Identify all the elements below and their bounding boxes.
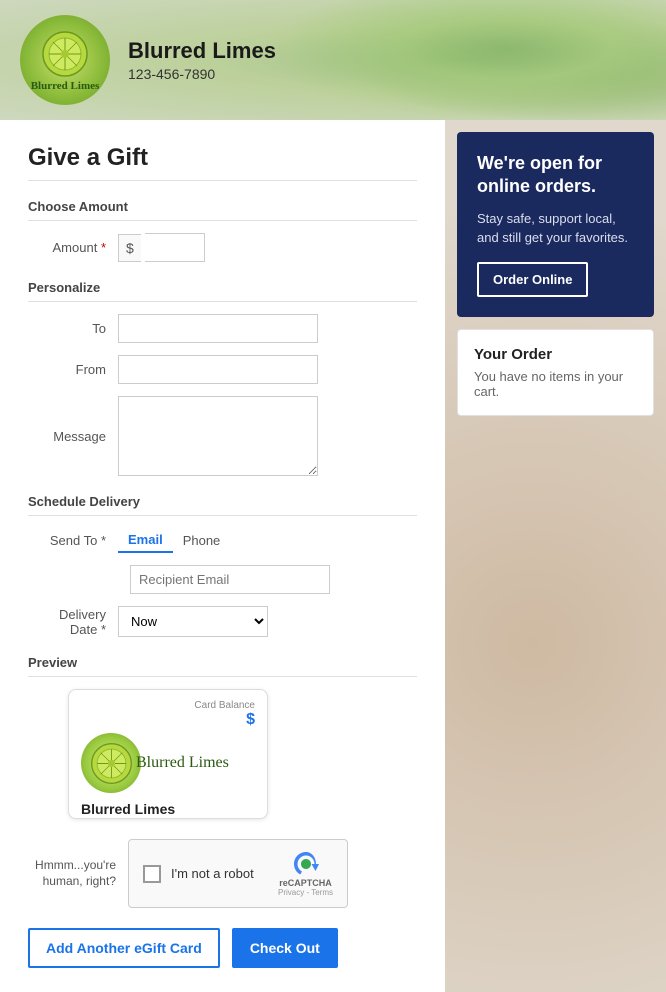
dollar-sign: $ xyxy=(118,234,141,262)
preview-label: Preview xyxy=(28,655,417,677)
recipient-email-row xyxy=(130,565,417,594)
captcha-text: I'm not a robot xyxy=(171,866,268,881)
card-bottom-name: Blurred Limes xyxy=(81,801,255,817)
online-order-subtitle: Stay safe, support local, and still get … xyxy=(477,209,634,248)
header-bg xyxy=(266,0,666,120)
send-to-row: Send To * Email Phone xyxy=(28,528,417,553)
header-phone: 123-456-7890 xyxy=(128,66,276,82)
recipient-email-input[interactable] xyxy=(130,565,330,594)
captcha-checkbox[interactable] xyxy=(143,865,161,883)
form-panel: Give a Gift Choose Amount Amount * $ xyxy=(0,120,445,992)
header: Blurred Limes Blurred Limes 123-456-7890 xyxy=(0,0,666,120)
delivery-date-select[interactable]: Now Schedule for Later xyxy=(118,606,268,637)
page-title: Give a Gift xyxy=(28,144,417,181)
preview-section: Preview Card Balance $ xyxy=(28,655,417,819)
captcha-logo: reCAPTCHA Privacy - Terms xyxy=(278,850,333,897)
schedule-delivery-section: Schedule Delivery Send To * Email Phone xyxy=(28,494,417,637)
your-order-empty: You have no items in your cart. xyxy=(474,369,637,399)
amount-input[interactable] xyxy=(145,233,205,262)
header-info: Blurred Limes 123-456-7890 xyxy=(128,38,276,82)
message-textarea[interactable] xyxy=(118,396,318,476)
email-tab[interactable]: Email xyxy=(118,528,173,553)
message-label: Message xyxy=(28,429,118,444)
choose-amount-section: Choose Amount Amount * $ xyxy=(28,199,417,262)
schedule-delivery-label: Schedule Delivery xyxy=(28,494,417,516)
logo-circle: Blurred Limes xyxy=(20,15,110,105)
page-wrapper: Give a Gift Choose Amount Amount * $ xyxy=(0,120,666,992)
gift-card-preview: Card Balance $ xyxy=(68,689,268,819)
send-to-tab-group: Email Phone xyxy=(118,528,230,553)
captcha-brand: reCAPTCHA xyxy=(279,878,332,888)
captcha-prompt-label: Hmmm...you're human, right? xyxy=(28,858,128,889)
card-name: Blurred Limes xyxy=(136,754,229,772)
personalize-section: Personalize To From Message xyxy=(28,280,417,476)
add-gift-card-button[interactable]: Add Another eGift Card xyxy=(28,928,220,968)
captcha-links[interactable]: Privacy - Terms xyxy=(278,888,333,897)
from-row: From xyxy=(28,355,417,384)
send-to-label: Send To * xyxy=(28,533,118,548)
right-panel: We're open for online orders. Stay safe,… xyxy=(445,120,666,992)
your-order-card: Your Order You have no items in your car… xyxy=(457,329,654,416)
checkout-button[interactable]: Check Out xyxy=(232,928,338,968)
card-balance-value: $ xyxy=(194,711,255,729)
order-online-button[interactable]: Order Online xyxy=(477,262,588,297)
choose-amount-label: Choose Amount xyxy=(28,199,417,221)
card-balance-label: Card Balance xyxy=(194,700,255,711)
captcha-row: Hmmm...you're human, right? I'm not a ro… xyxy=(28,839,417,908)
amount-label: Amount * xyxy=(28,240,118,255)
message-row: Message xyxy=(28,396,417,476)
buttons-row: Add Another eGift Card Check Out xyxy=(28,928,417,968)
captcha-box[interactable]: I'm not a robot reCAPTCHA Privacy - Term… xyxy=(128,839,348,908)
header-title: Blurred Limes xyxy=(128,38,276,64)
amount-row: Amount * $ xyxy=(28,233,417,262)
delivery-date-row: Delivery Date * Now Schedule for Later xyxy=(28,606,417,637)
logo-script-text: Blurred Limes xyxy=(31,80,100,92)
to-input[interactable] xyxy=(118,314,318,343)
amount-wrapper: $ xyxy=(118,233,205,262)
card-logo-area: Blurred Limes xyxy=(81,733,255,793)
phone-tab[interactable]: Phone xyxy=(173,528,231,553)
online-order-card: We're open for online orders. Stay safe,… xyxy=(457,132,654,317)
your-order-title: Your Order xyxy=(474,346,637,363)
to-label: To xyxy=(28,321,118,336)
content-row: Give a Gift Choose Amount Amount * $ xyxy=(0,120,666,992)
delivery-date-label: Delivery Date * xyxy=(28,607,118,637)
online-order-title: We're open for online orders. xyxy=(477,152,634,199)
card-logo-circle xyxy=(81,733,141,793)
personalize-label: Personalize xyxy=(28,280,417,302)
from-input[interactable] xyxy=(118,355,318,384)
from-label: From xyxy=(28,362,118,377)
to-row: To xyxy=(28,314,417,343)
